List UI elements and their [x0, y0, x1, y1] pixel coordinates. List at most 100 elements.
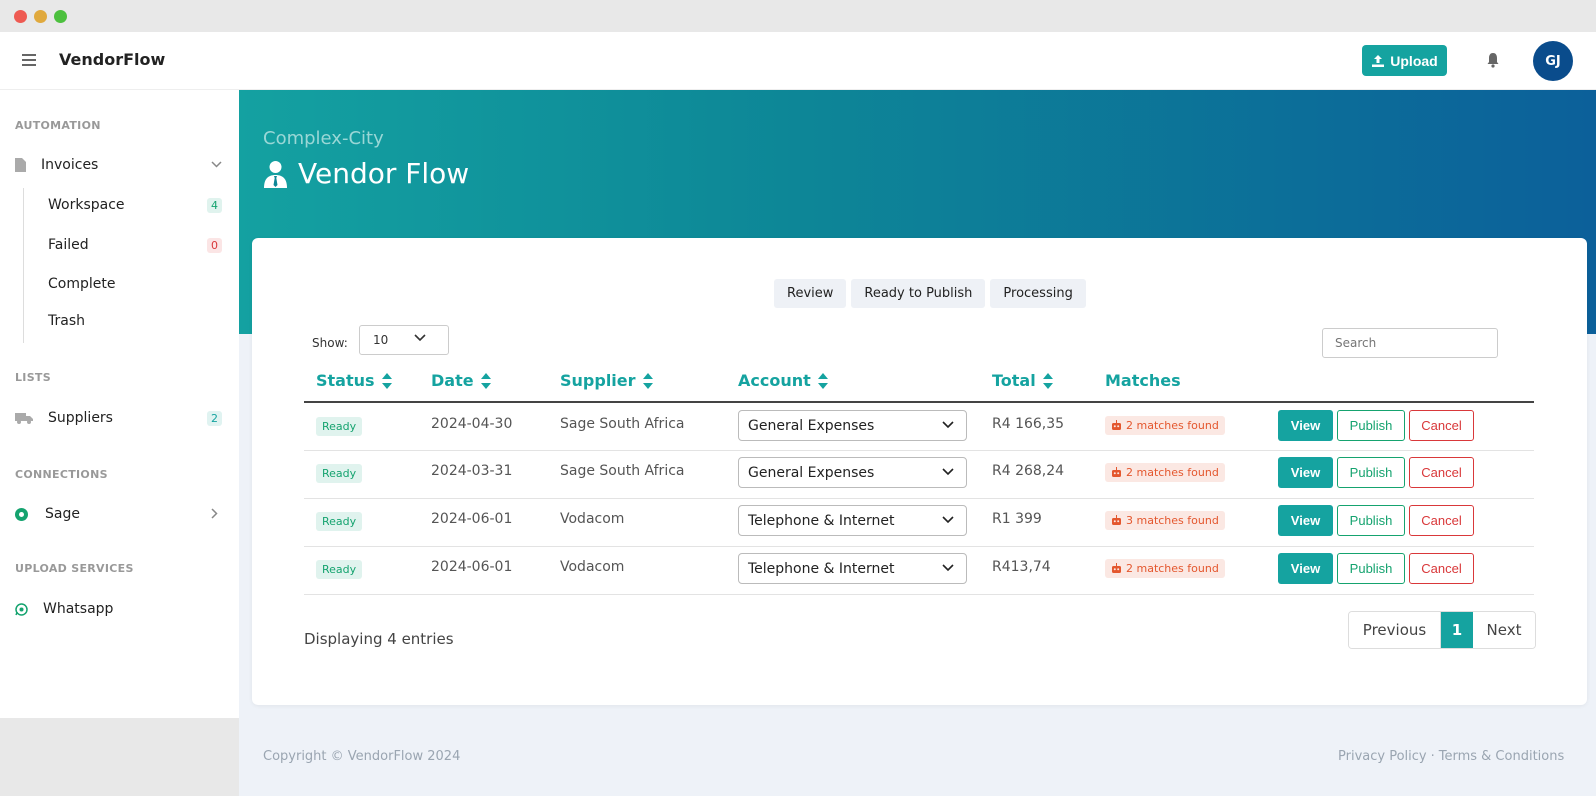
- publish-button[interactable]: Publish: [1337, 410, 1405, 441]
- sidebar: [0, 90, 239, 718]
- column-header-label: Account: [738, 371, 811, 390]
- account-select[interactable]: Telephone & Internet: [738, 553, 967, 584]
- upload-button[interactable]: Upload: [1362, 45, 1447, 76]
- chevron-down-icon: [942, 516, 954, 524]
- robot-icon: [1112, 420, 1121, 430]
- page-title-text: Vendor Flow: [298, 157, 470, 190]
- matches-badge[interactable]: 2 matches found: [1105, 416, 1225, 435]
- next-page-button[interactable]: Next: [1473, 612, 1535, 648]
- upload-icon: [1372, 54, 1385, 67]
- view-button[interactable]: View: [1278, 457, 1333, 488]
- sidebar-item-sage[interactable]: Sage: [15, 506, 225, 522]
- column-header-matches: Matches: [1105, 371, 1181, 390]
- matches-badge[interactable]: 3 matches found: [1105, 511, 1225, 530]
- sort-icon: [480, 372, 491, 389]
- failed-count-badge: 0: [207, 238, 222, 253]
- tab-review[interactable]: Review: [774, 279, 847, 308]
- robot-icon: [1112, 515, 1121, 525]
- footer-separator: ·: [1430, 749, 1435, 764]
- sidebar-item-whatsapp[interactable]: Whatsapp: [15, 601, 113, 617]
- suppliers-count-badge: 2: [207, 411, 222, 426]
- supplier-cell: Sage South Africa: [560, 416, 685, 432]
- minimize-window-button[interactable]: [34, 10, 47, 23]
- account-select[interactable]: Telephone & Internet: [738, 505, 967, 536]
- matches-badge[interactable]: 2 matches found: [1105, 463, 1225, 482]
- sidebar-item-label: Invoices: [41, 157, 99, 173]
- row-divider: [304, 450, 1534, 451]
- page-size-select[interactable]: 10: [359, 325, 449, 355]
- terms-link[interactable]: Terms & Conditions: [1439, 749, 1565, 764]
- sort-icon: [381, 372, 392, 389]
- view-button[interactable]: View: [1278, 410, 1333, 441]
- bell-icon[interactable]: [1486, 52, 1500, 68]
- sidebar-item-failed[interactable]: Failed: [48, 237, 89, 253]
- row-divider: [304, 498, 1534, 499]
- date-cell: 2024-03-31: [431, 463, 513, 479]
- column-header-supplier[interactable]: Supplier: [560, 371, 653, 390]
- close-window-button[interactable]: [14, 10, 27, 23]
- cancel-button[interactable]: Cancel: [1409, 410, 1474, 441]
- matches-text: 2 matches found: [1126, 466, 1219, 479]
- whatsapp-icon: [15, 602, 28, 616]
- sidebar-item-invoices[interactable]: Invoices: [15, 157, 225, 173]
- window-titlebar: [0, 0, 1596, 32]
- pagination: Previous 1 Next: [1348, 611, 1536, 649]
- account-select-value: Telephone & Internet: [748, 560, 895, 577]
- matches-badge[interactable]: 2 matches found: [1105, 559, 1225, 578]
- publish-button[interactable]: Publish: [1337, 457, 1405, 488]
- page-title: Vendor Flow: [263, 157, 469, 190]
- entries-count: Displaying 4 entries: [304, 630, 454, 648]
- cancel-button[interactable]: Cancel: [1409, 457, 1474, 488]
- cancel-button[interactable]: Cancel: [1409, 553, 1474, 584]
- status-badge: Ready: [316, 512, 363, 531]
- sidebar-header-connections: CONNECTIONS: [15, 468, 108, 481]
- menu-icon[interactable]: [22, 54, 36, 66]
- privacy-policy-link[interactable]: Privacy Policy: [1338, 749, 1427, 764]
- view-button[interactable]: View: [1278, 505, 1333, 536]
- column-header-date[interactable]: Date: [431, 371, 491, 390]
- column-header-status[interactable]: Status: [316, 371, 392, 390]
- maximize-window-button[interactable]: [54, 10, 67, 23]
- page-1-button[interactable]: 1: [1441, 612, 1473, 648]
- user-tie-icon: [264, 160, 287, 188]
- date-cell: 2024-06-01: [431, 511, 513, 527]
- account-select-value: Telephone & Internet: [748, 512, 895, 529]
- cancel-button[interactable]: Cancel: [1409, 505, 1474, 536]
- previous-page-button[interactable]: Previous: [1349, 612, 1441, 648]
- sort-icon: [817, 372, 828, 389]
- avatar[interactable]: GJ: [1533, 41, 1573, 81]
- sidebar-item-trash[interactable]: Trash: [48, 313, 85, 329]
- supplier-cell: Sage South Africa: [560, 463, 685, 479]
- file-icon: [15, 158, 26, 172]
- sidebar-item-complete[interactable]: Complete: [48, 276, 115, 292]
- upload-label: Upload: [1390, 52, 1438, 69]
- chevron-down-icon: [414, 334, 426, 342]
- column-header-total[interactable]: Total: [992, 371, 1053, 390]
- tab-ready-to-publish[interactable]: Ready to Publish: [851, 279, 986, 308]
- status-tabs: Review Ready to Publish Processing: [774, 279, 1086, 308]
- column-header-account[interactable]: Account: [738, 371, 828, 390]
- status-badge: Ready: [316, 560, 363, 579]
- tab-processing[interactable]: Processing: [990, 279, 1086, 308]
- sidebar-item-label: Sage: [45, 506, 80, 522]
- date-cell: 2024-06-01: [431, 559, 513, 575]
- matches-text: 3 matches found: [1126, 514, 1219, 527]
- publish-button[interactable]: Publish: [1337, 505, 1405, 536]
- sidebar-item-workspace[interactable]: Workspace: [48, 197, 125, 213]
- hero-subtitle: Complex-City: [263, 128, 384, 149]
- search-input[interactable]: [1322, 328, 1498, 358]
- chevron-down-icon: [942, 421, 954, 429]
- sort-icon: [1042, 372, 1053, 389]
- column-header-label: Supplier: [560, 371, 636, 390]
- account-select[interactable]: General Expenses: [738, 457, 967, 488]
- sidebar-header-upload-services: UPLOAD SERVICES: [15, 562, 134, 575]
- publish-button[interactable]: Publish: [1337, 553, 1405, 584]
- footer-links: Privacy Policy · Terms & Conditions: [1338, 749, 1564, 764]
- copyright-text: Copyright © VendorFlow 2024: [263, 749, 461, 764]
- sidebar-item-suppliers[interactable]: Suppliers: [15, 410, 113, 426]
- account-select[interactable]: General Expenses: [738, 410, 967, 441]
- column-header-label: Total: [992, 371, 1036, 390]
- top-navbar: VendorFlow Upload GJ: [0, 32, 1596, 90]
- sidebar-footer: [0, 718, 239, 796]
- view-button[interactable]: View: [1278, 553, 1333, 584]
